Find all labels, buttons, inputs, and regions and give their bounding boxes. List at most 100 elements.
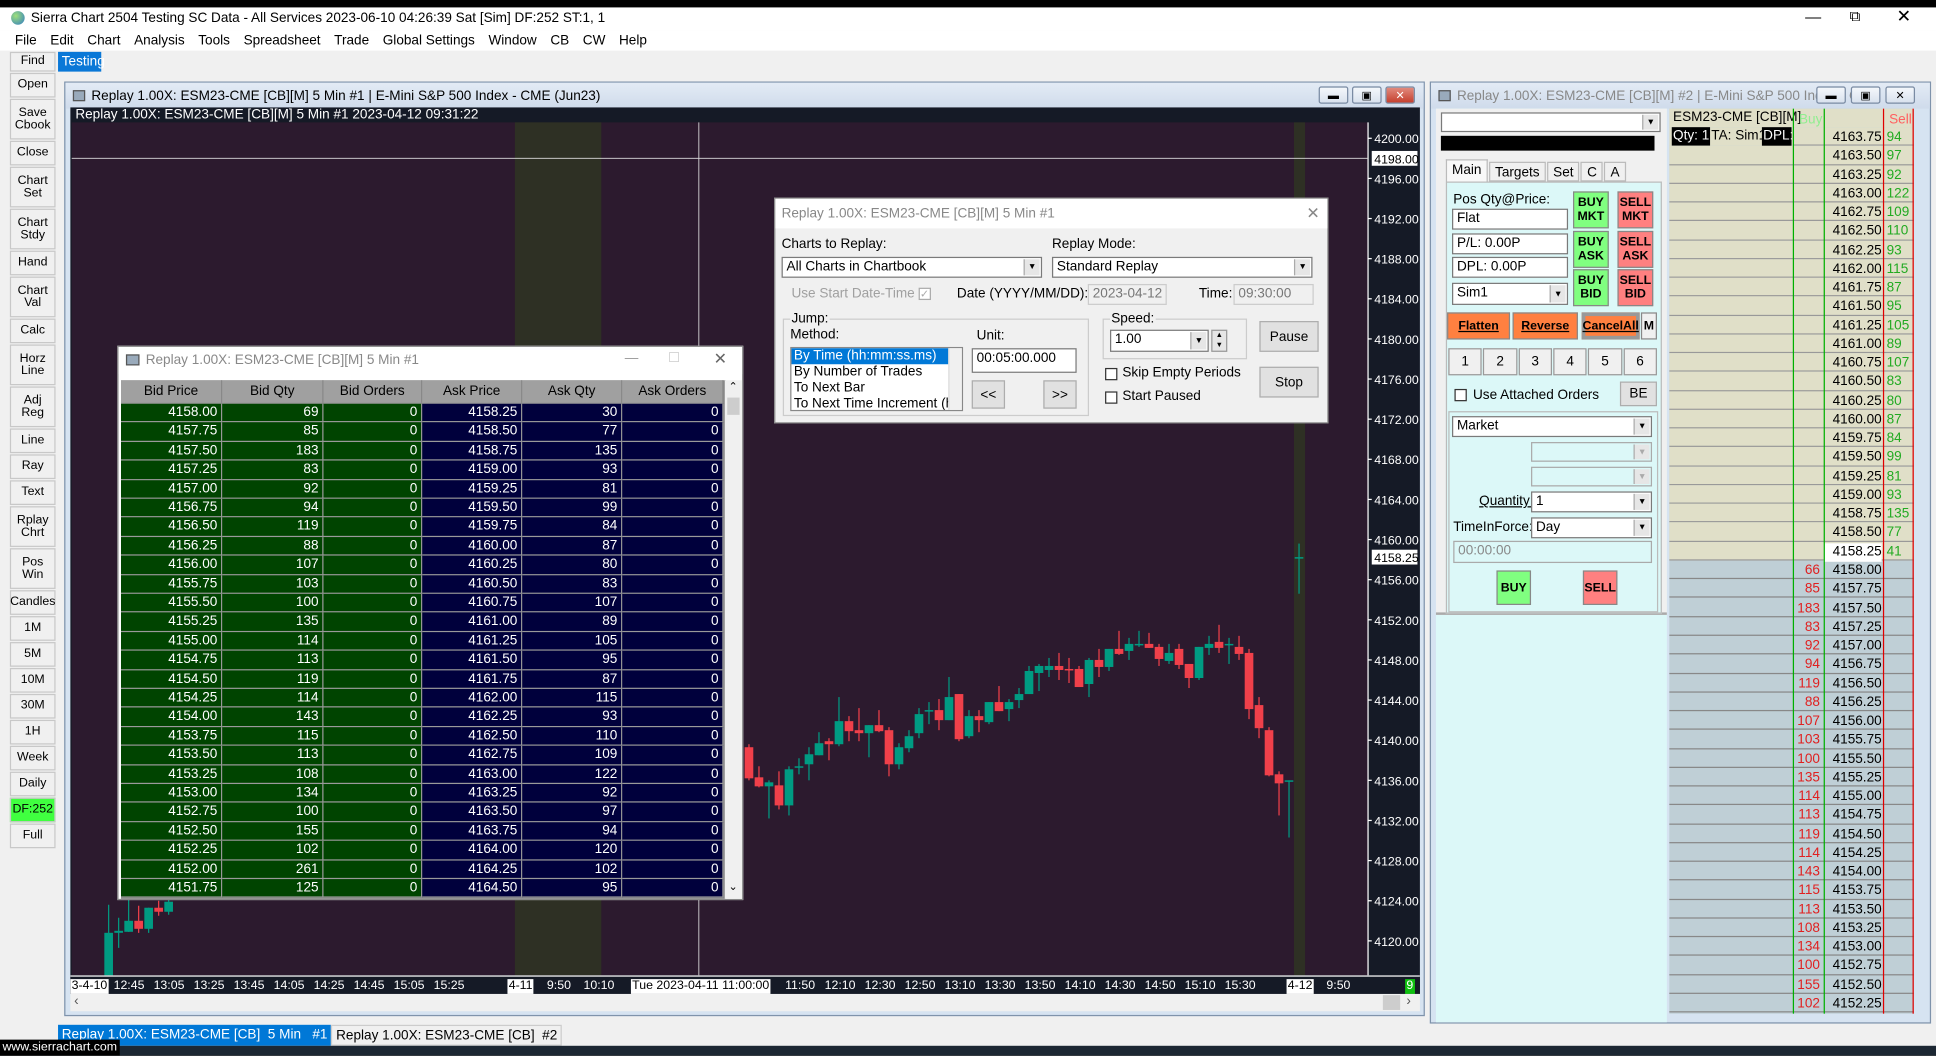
speed-spinner[interactable]: ▲ ▼ [1211,329,1228,352]
buy-market-button[interactable]: BUY MKT [1573,191,1609,229]
scroll-thumb[interactable] [727,397,740,415]
menu-cw[interactable]: CW [583,31,606,51]
menu-edit[interactable]: Edit [50,31,73,51]
start-paused-checkbox[interactable] [1105,391,1118,404]
trade-tab-set[interactable]: Set [1546,161,1580,182]
toolbar-line[interactable]: Line [9,428,56,454]
reverse-button[interactable]: Reverse [1512,312,1578,340]
replay-close-icon[interactable]: ✕ [1306,204,1319,224]
chart1-minimize-button[interactable]: ▬ [1318,86,1349,104]
buy-button[interactable]: BUY [1496,570,1532,606]
toolbar-rplay-chrt[interactable]: Rplay Chrt [9,506,56,547]
trade-symbol-select[interactable]: ▼ [1440,112,1661,133]
chart2-minimize-button[interactable]: ▬ [1816,86,1846,104]
find-button[interactable]: Find [9,51,56,72]
close-button[interactable]: ✕ [1896,6,1910,27]
scroll-left-icon[interactable]: ‹ [74,994,79,1009]
time-in-force-select[interactable]: Day ▼ [1531,517,1653,539]
toolbar-calc[interactable]: Calc [9,318,56,344]
menu-window[interactable]: Window [488,31,536,51]
chartbook-tab-testing[interactable]: Testing [58,51,105,72]
toolbar-1m[interactable]: 1M [9,616,56,641]
time-field[interactable]: 09:30:00 [1233,283,1314,305]
column-header-bid-price[interactable]: Bid Price [121,380,223,404]
jump-method-option[interactable]: To Next Time Increment (h [791,396,953,410]
toolbar-10m[interactable]: 10M [9,667,56,693]
buy-bid-button[interactable]: BUY BID [1573,269,1609,307]
scroll-up-icon[interactable]: ⌃ [728,380,737,394]
toolbar-daily[interactable]: Daily [9,771,56,797]
close-icon[interactable]: ✕ [714,349,727,369]
replay-mode-select[interactable]: Standard Replay ▼ [1051,256,1313,278]
trade-tab-targets[interactable]: Targets [1488,161,1546,182]
toolbar-1h[interactable]: 1H [9,719,56,745]
menu-trade[interactable]: Trade [334,31,369,51]
chart2-close-button[interactable]: ✕ [1885,86,1916,104]
column-header-bid-orders[interactable]: Bid Orders [323,380,423,404]
sell-bid-button[interactable]: SELL BID [1617,269,1654,307]
column-header-ask-price[interactable]: Ask Price [422,380,523,404]
menu-help[interactable]: Help [619,31,647,51]
market-depth-scrollbar[interactable]: ⌃ ⌄ [724,380,743,899]
pause-button[interactable]: Pause [1259,321,1319,352]
scroll-down-icon[interactable]: ⌄ [728,880,737,894]
breakeven-button[interactable]: BE [1619,381,1657,407]
column-header-ask-orders[interactable]: Ask Orders [622,380,724,404]
use-start-datetime-checkbox[interactable]: ✓ [918,287,931,301]
chart-tab-2[interactable]: Replay 1.00X: ESM23-CME [CB] #2 [331,1024,563,1046]
sell-ask-button[interactable]: SELL ASK [1617,230,1654,268]
replay-dialog-titlebar[interactable]: Replay 1.00X: ESM23-CME [CB][M] 5 Min #1… [775,198,1328,229]
toolbar-chart-stdy[interactable]: Chart Stdy [9,208,56,250]
toolbar-full[interactable]: Full [9,823,56,849]
menu-tools[interactable]: Tools [198,31,230,51]
use-attached-orders-checkbox[interactable] [1454,388,1467,402]
toolbar-text[interactable]: Text [9,480,56,505]
toolbar-pos-win[interactable]: Pos Win [9,548,56,589]
quantity-preset-4[interactable]: 4 [1553,348,1587,376]
chart1-maximize-button[interactable]: ▣ [1351,86,1382,104]
jump-method-option[interactable]: To Next Bar [791,380,949,396]
toolbar-30m[interactable]: 30M [9,693,56,719]
minimize-button[interactable]: — [1805,7,1821,26]
toolbar-adj-reg[interactable]: Adj Reg [9,386,56,428]
menu-file[interactable]: File [15,31,37,51]
toolbar-close[interactable]: Close [9,140,56,166]
toolbar-df-252[interactable]: DF:252 [9,797,56,823]
m-button[interactable]: M [1640,312,1657,340]
chart2-maximize-button[interactable]: ▣ [1850,86,1881,104]
quantity-preset-6[interactable]: 6 [1623,348,1657,376]
account-select[interactable]: Sim1 ▼ [1452,282,1569,305]
chart-window-1-titlebar[interactable]: Replay 1.00X: ESM23-CME [CB][M] 5 Min #1… [65,82,1424,109]
price-ladder[interactable]: ESM23-CME [CB][M] Buy Sell Qty: 1 TA: Sim1 DP… [1669,108,1914,1014]
menu-analysis[interactable]: Analysis [134,31,185,51]
quantity-preset-3[interactable]: 3 [1518,348,1552,376]
sell-market-button[interactable]: SELL MKT [1617,191,1654,229]
date-field[interactable]: 2023-04-12 [1087,283,1167,305]
minimize-icon[interactable]: — [625,351,639,366]
maximize-icon[interactable]: ☐ [668,349,680,366]
jump-method-list[interactable]: By Time (hh:mm:ss.ms) By Number of Trades… [790,346,964,412]
quantity-preset-2[interactable]: 2 [1483,348,1518,376]
menu-spreadsheet[interactable]: Spreadsheet [244,31,321,51]
scroll-right-icon[interactable]: › [1406,994,1411,1009]
toolbar-week[interactable]: Week [9,745,56,771]
buy-ask-button[interactable]: BUY ASK [1573,230,1609,268]
skip-empty-periods-checkbox[interactable] [1105,367,1118,381]
speed-select[interactable]: 1.00 ▼ [1109,329,1209,352]
menu-chart[interactable]: Chart [87,31,120,51]
toolbar-candles[interactable]: Candles [9,590,56,615]
jump-method-option[interactable]: By Time (hh:mm:ss.ms) [791,348,950,365]
order-type-select[interactable]: Market ▼ [1452,416,1653,438]
stop-button[interactable]: Stop [1259,366,1319,398]
toolbar-chart-val[interactable]: Chart Val [9,276,56,318]
unit-field[interactable]: 00:05:00.000 [971,348,1077,373]
quantity-preset-5[interactable]: 5 [1588,348,1622,376]
chart1-close-button[interactable]: ✕ [1385,86,1415,104]
column-header-ask-qty[interactable]: Ask Qty [522,380,623,404]
chart-horizontal-scrollbar[interactable]: ‹ › [70,993,1420,1012]
trade-tab-c[interactable]: C [1580,161,1604,182]
quantity-select[interactable]: 1 ▼ [1531,491,1653,513]
restore-button[interactable]: ⧉ [1850,7,1861,26]
charts-to-replay-select[interactable]: All Charts in Chartbook ▼ [781,256,1043,278]
column-header-bid-qty[interactable]: Bid Qty [222,380,324,404]
